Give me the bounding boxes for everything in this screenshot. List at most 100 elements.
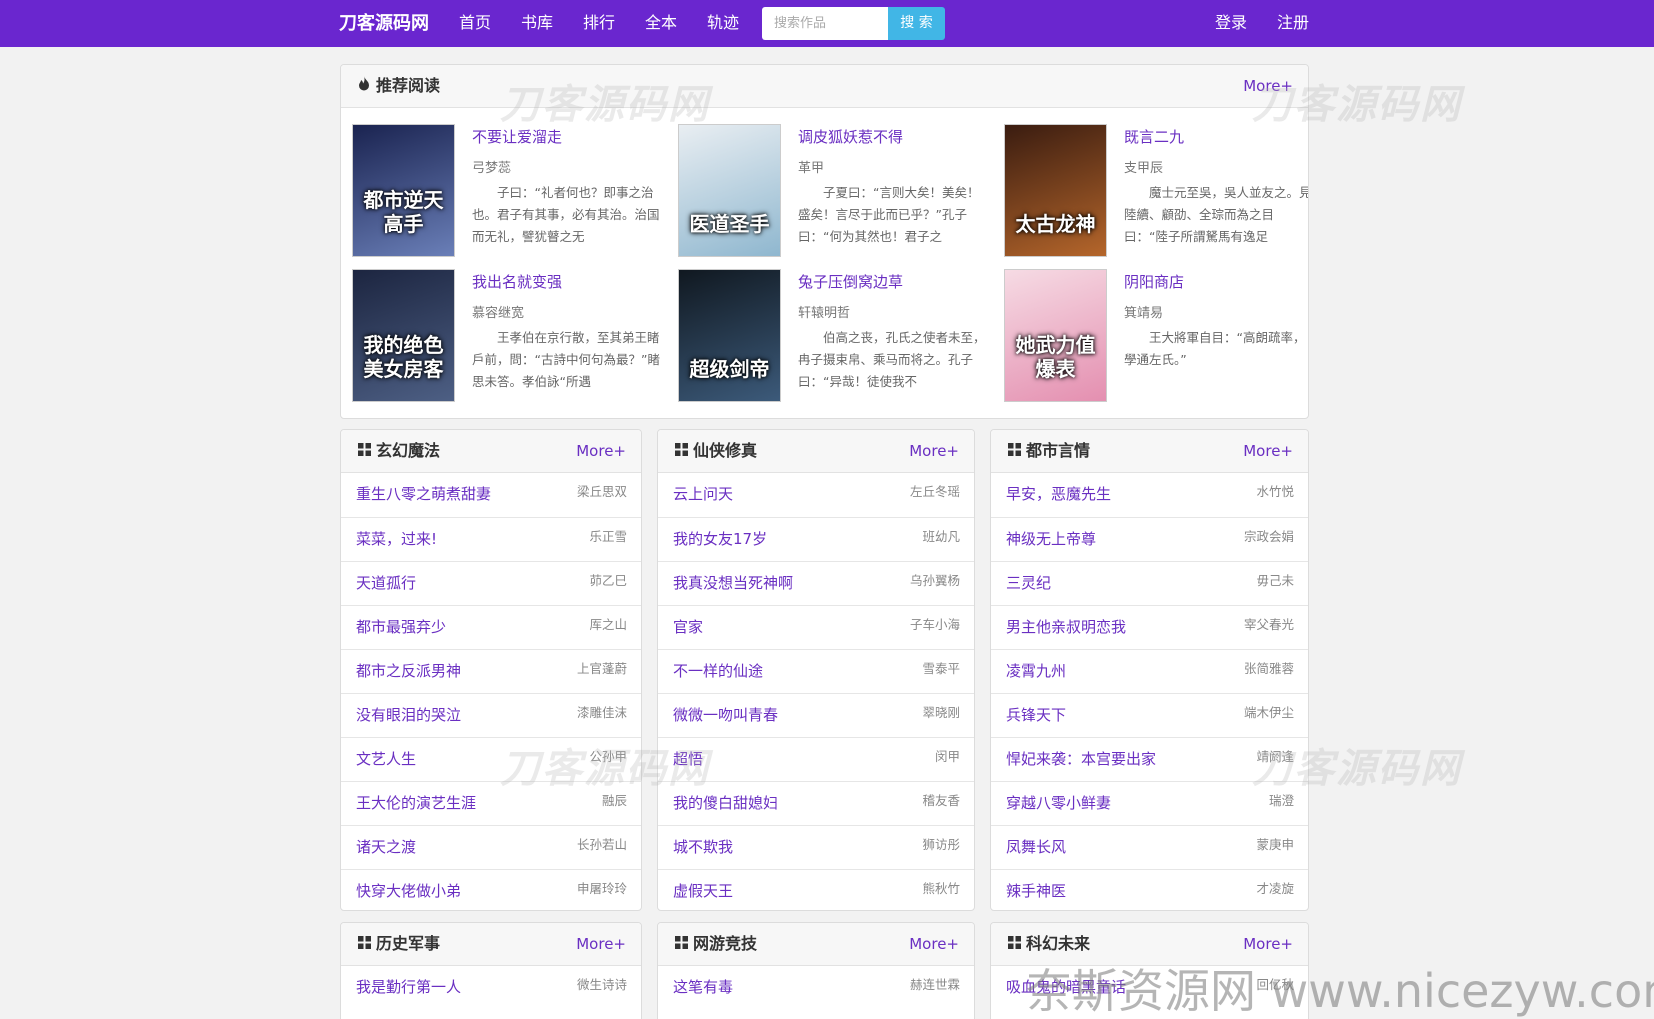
book-title-link[interactable]: 菜菜，过来! [356, 518, 437, 560]
nav-ranking[interactable]: 排行 [583, 0, 615, 47]
book-title-link[interactable]: 兔子压倒窝边草 [798, 271, 903, 292]
book-description: 王孝伯在京行散，至其弟王睹戶前，問：“古詩中何句為最？”睹思未答。孝伯詠“所遇 [472, 330, 660, 389]
category-title-text: 都市言情 [1026, 441, 1091, 460]
book-title-link[interactable]: 兵锋天下 [1006, 694, 1066, 736]
recommend-more-link[interactable]: More+ [1243, 65, 1293, 108]
search-input[interactable] [762, 7, 888, 40]
list-item: 天道孤行 茆乙巳 [341, 561, 641, 605]
book-author: 赫连世霖 [909, 977, 960, 992]
register-link[interactable]: 注册 [1277, 0, 1309, 47]
book-title-link[interactable]: 辣手神医 [1006, 870, 1066, 910]
book-author: 回亿秋 [1256, 977, 1294, 992]
book-title-link[interactable]: 吸血鬼的暗黑童话 [1006, 966, 1126, 1008]
book-title-link[interactable]: 既言二九 [1124, 126, 1184, 147]
category-title: 科幻未来 [1006, 923, 1090, 966]
book-title-link[interactable]: 没有眼泪的哭泣 [356, 694, 461, 736]
book-cover[interactable]: 我的绝色美女房客 [352, 269, 455, 402]
book-title-link[interactable]: 不要让爱溜走 [472, 126, 562, 147]
category-more-link[interactable]: More+ [909, 923, 959, 966]
category-title-text: 玄幻魔法 [376, 441, 441, 460]
list-item: 神级无上帝尊 宗政会娟 [991, 517, 1308, 561]
book-title-link[interactable]: 我是勤行第一人 [356, 966, 461, 1008]
book-title-link[interactable]: 我的女友17岁 [673, 518, 767, 560]
category-header: 玄幻魔法 More+ [341, 430, 641, 473]
list-item: 文艺人生 公孙甲 [341, 737, 641, 781]
book-title-link[interactable]: 三灵纪 [1006, 562, 1051, 604]
book-title-link[interactable]: 穿越八零小鲜妻 [1006, 782, 1111, 824]
nav-home[interactable]: 首页 [459, 0, 491, 47]
book-author: 厍之山 [589, 617, 627, 632]
book-cover[interactable]: 太古龙神 [1004, 124, 1107, 257]
book-title-link[interactable]: 都市之反派男神 [356, 650, 461, 692]
book-title-link[interactable]: 我出名就变强 [472, 271, 562, 292]
book-title-link[interactable]: 微微一吻叫青春 [673, 694, 778, 736]
list-item: 我是勤行第一人 微生诗诗 [341, 966, 641, 1010]
book-description: 子曰：“礼者何也？即事之治也。君子有其事，必有其治。治国而无礼，譬犹瞽之无 [472, 185, 660, 244]
book-title-link[interactable]: 虚假天王 [673, 870, 733, 910]
book-author: 稽友香 [922, 793, 960, 808]
book-cover[interactable]: 超级剑帝 [678, 269, 781, 402]
book-title-link[interactable]: 不一样的仙途 [673, 650, 763, 692]
book-title-link[interactable]: 我的傻白甜媳妇 [673, 782, 778, 824]
book-title-link[interactable]: 早安，恶魔先生 [1006, 473, 1111, 515]
book-title-link[interactable]: 王大伦的演艺生涯 [356, 782, 476, 824]
category-title-text: 历史军事 [376, 934, 441, 953]
book-title-link[interactable]: 调皮狐妖惹不得 [798, 126, 903, 147]
book-author: 端木伊尘 [1243, 705, 1294, 720]
grid-icon [673, 430, 689, 472]
book-title-link[interactable]: 神级无上帝尊 [1006, 518, 1096, 560]
book-author: 左丘冬瑶 [909, 484, 960, 499]
book-title-link[interactable]: 诸天之渡 [356, 826, 416, 868]
book-title-link[interactable]: 官家 [673, 606, 703, 648]
book-author: 翠晓刚 [922, 705, 960, 720]
grid-icon [1006, 430, 1022, 472]
login-link[interactable]: 登录 [1215, 0, 1247, 47]
book-title-link[interactable]: 凌霄九州 [1006, 650, 1066, 692]
book-title-link[interactable]: 重生八零之萌煮甜妻 [356, 473, 491, 515]
grid-icon [356, 430, 372, 472]
book-title-link[interactable]: 文艺人生 [356, 738, 416, 780]
book-author: 狮访彤 [922, 837, 960, 852]
book-author: 毋己未 [1256, 573, 1294, 588]
book-title-link[interactable]: 这笔有毒 [673, 966, 733, 1008]
category-more-link[interactable]: More+ [576, 430, 626, 473]
recommend-book: 医道圣手 调皮狐妖惹不得 革甲 子夏曰：“言则大矣！美矣！盛矣！言尽于此而已乎？”孔子… [678, 124, 988, 257]
category-more-link[interactable]: More+ [576, 923, 626, 966]
book-cover[interactable]: 都市逆天高手 [352, 124, 455, 257]
category-panel: 历史军事 More+ 我是勤行第一人 微生诗诗 [340, 922, 642, 1019]
book-author: 瑞澄 [1268, 793, 1294, 808]
category-header: 科幻未来 More+ [991, 923, 1308, 966]
book-title-link[interactable]: 都市最强弃少 [356, 606, 446, 648]
category-panel: 都市言情 More+ 早安，恶魔先生 水竹悦 神级无上帝尊 宗政会娟 三灵纪 毋己未 男主他亲叔… [990, 429, 1309, 911]
book-title-link[interactable]: 男主他亲叔明恋我 [1006, 606, 1126, 648]
book-title-link[interactable]: 阴阳商店 [1124, 271, 1184, 292]
book-title-link[interactable]: 我真没想当死神啊 [673, 562, 793, 604]
list-item: 虚假天王 熊秋竹 [658, 869, 974, 910]
category-title: 都市言情 [1006, 430, 1090, 473]
nav-library[interactable]: 书库 [521, 0, 553, 47]
recommend-book: 我的绝色美女房客 我出名就变强慕容继宽王孝伯在京行散，至其弟王睹戶前，問：“古詩中… [352, 269, 662, 402]
search-button[interactable]: 搜 索 [888, 7, 945, 40]
category-more-link[interactable]: More+ [1243, 923, 1293, 966]
nav-completed[interactable]: 全本 [645, 0, 677, 47]
list-item: 都市最强弃少 厍之山 [341, 605, 641, 649]
nav-history[interactable]: 轨迹 [707, 0, 739, 47]
book-title-link[interactable]: 凤舞长风 [1006, 826, 1066, 868]
list-item: 兵锋天下 端木伊尘 [991, 693, 1308, 737]
book-title-link[interactable]: 城不欺我 [673, 826, 733, 868]
book-cover[interactable]: 医道圣手 [678, 124, 781, 257]
book-author: 慕容继宽 [472, 306, 525, 321]
book-cover[interactable]: 她武力值爆表 [1004, 269, 1107, 402]
book-title-link[interactable]: 悍妃来袭：本宫要出家 [1006, 738, 1156, 780]
recommend-book: 超级剑帝 兔子压倒窝边草 轩辕明哲 伯高之丧，孔氏之使者未至，冉子摄束帛、乘马而将之。… [678, 269, 988, 402]
book-title-link[interactable]: 超悟 [673, 738, 703, 780]
category-more-link[interactable]: More+ [909, 430, 959, 473]
list-item: 诸天之渡 长孙若山 [341, 825, 641, 869]
book-title-link[interactable]: 天道孤行 [356, 562, 416, 604]
site-logo[interactable]: 刀客源码网 [339, 0, 429, 47]
book-title-link[interactable]: 快穿大佬做小弟 [356, 870, 461, 910]
book-title-link[interactable]: 云上问天 [673, 473, 733, 515]
category-more-link[interactable]: More+ [1243, 430, 1293, 473]
category-header: 都市言情 More+ [991, 430, 1308, 473]
list-item: 辣手神医 才凌旋 [991, 869, 1308, 910]
